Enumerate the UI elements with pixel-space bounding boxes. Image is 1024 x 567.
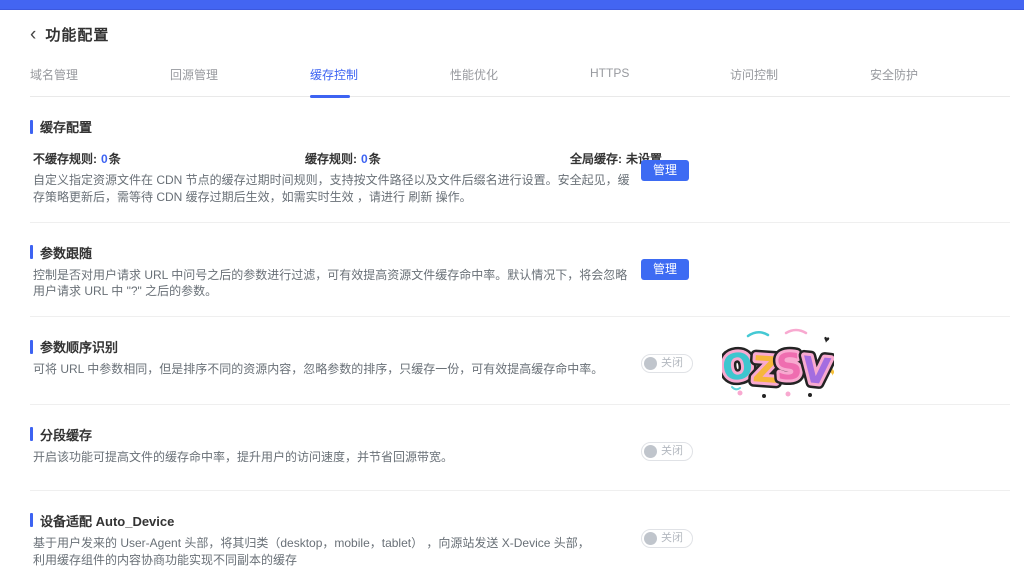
stat-value: 0 (361, 152, 368, 166)
graffiti-heart-icon: ♥ (822, 334, 830, 346)
toggle-knob (644, 532, 657, 545)
stat-no-cache-rules: 不缓存规则:0条 (33, 150, 305, 167)
tab-bar: 域名管理 回源管理 缓存控制 性能优化 HTTPS 访问控制 安全防护 (30, 66, 1010, 97)
title-accent-bar (30, 340, 33, 354)
toggle-state-label: 关闭 (661, 446, 683, 457)
title-accent-bar (30, 120, 33, 134)
graffiti-drip (786, 392, 791, 397)
manage-param-follow-button[interactable]: 管理 (641, 259, 689, 280)
page-header: ‹ 功能配置 (30, 24, 1024, 45)
graffiti-letter: S S S (775, 346, 804, 389)
graffiti-letter: V V V (800, 350, 832, 394)
toggle-knob (644, 357, 657, 370)
section-cache-config: 缓存配置 不缓存规则:0条 缓存规则:0条 全局缓存:未设置 自定义指定资源文件… (30, 97, 1010, 223)
toggle-range-cache[interactable]: 关闭 (641, 442, 693, 461)
section-range-cache: 分段缓存 开启该功能可提高文件的缓存命中率，提升用户的访问速度，并节省回源带宽。… (30, 405, 1010, 491)
toggle-knob (644, 445, 657, 458)
section-description: 基于用户发来的 User-Agent 头部，将其归类（desktop，mobil… (33, 535, 593, 567)
graffiti-drip (808, 393, 812, 397)
svg-text:S: S (775, 346, 804, 389)
back-chevron-icon[interactable]: ‹ (30, 26, 36, 44)
section-title: 参数跟随 (30, 243, 1010, 262)
tab-performance[interactable]: 性能优化 (450, 66, 590, 96)
graffiti-drip (738, 391, 743, 396)
section-title: 缓存配置 (30, 117, 1010, 136)
section-description: 控制是否对用户请求 URL 中问号之后的参数进行过滤，可有效提高资源文件缓存命中… (33, 267, 637, 301)
manage-cache-config-button[interactable]: 管理 (641, 160, 689, 181)
cache-stats-row: 不缓存规则:0条 缓存规则:0条 全局缓存:未设置 (33, 150, 1010, 167)
graffiti-drip (762, 394, 766, 398)
stat-value: 0 (101, 152, 108, 166)
section-title: 分段缓存 (30, 425, 1010, 444)
tab-origin-management[interactable]: 回源管理 (170, 66, 310, 96)
section-description: 可将 URL 中参数相同，但是排序不同的资源内容，忽略参数的排序，只缓存一份，可… (33, 361, 637, 378)
tab-security[interactable]: 安全防护 (870, 66, 1010, 96)
tab-domain-management[interactable]: 域名管理 (30, 66, 170, 96)
section-title-text: 设备适配 Auto_Device (40, 511, 174, 530)
svg-text:O: O (722, 346, 755, 390)
tab-https[interactable]: HTTPS (590, 66, 730, 96)
toggle-device-adapt[interactable]: 关闭 (641, 529, 693, 548)
section-device-adapt: 设备适配 Auto_Device 基于用户发来的 User-Agent 头部，将… (30, 491, 1010, 567)
section-title: 设备适配 Auto_Device (30, 511, 1010, 530)
section-title-text: 缓存配置 (40, 117, 92, 136)
title-accent-bar (30, 245, 33, 259)
svg-text:V: V (800, 350, 832, 394)
title-accent-bar (30, 513, 33, 527)
section-param-order: 参数顺序识别 可将 URL 中参数相同，但是排序不同的资源内容，忽略参数的排序，… (30, 317, 1010, 405)
section-param-follow: 参数跟随 控制是否对用户请求 URL 中问号之后的参数进行过滤，可有效提高资源文… (30, 223, 1010, 318)
toggle-state-label: 关闭 (661, 533, 683, 544)
section-title-text: 分段缓存 (40, 425, 92, 444)
graffiti-letter: O O O (722, 346, 755, 390)
toggle-param-order[interactable]: 关闭 (641, 354, 693, 373)
graffiti-squiggle (786, 330, 806, 333)
section-description: 开启该功能可提高文件的缓存命中率，提升用户的访问速度，并节省回源带宽。 (33, 449, 637, 466)
tab-access-control[interactable]: 访问控制 (730, 66, 870, 96)
top-app-bar (0, 0, 1024, 10)
title-accent-bar (30, 427, 33, 441)
tab-cache-control[interactable]: 缓存控制 (310, 66, 450, 96)
section-title: 参数顺序识别 (30, 337, 1010, 356)
section-title-text: 参数跟随 (40, 243, 92, 262)
section-title-text: 参数顺序识别 (40, 337, 118, 356)
watermark-graffiti-ozsv: ♥ ✦ O O O Z Z Z S S S V V V (722, 327, 834, 401)
toggle-state-label: 关闭 (661, 358, 683, 369)
page-title: 功能配置 (45, 24, 109, 45)
graffiti-squiggle (748, 332, 768, 336)
stat-cache-rules: 缓存规则:0条 (305, 150, 570, 167)
section-description: 自定义指定资源文件在 CDN 节点的缓存过期时间规则，支持按文件路径以及文件后缀… (33, 172, 637, 206)
